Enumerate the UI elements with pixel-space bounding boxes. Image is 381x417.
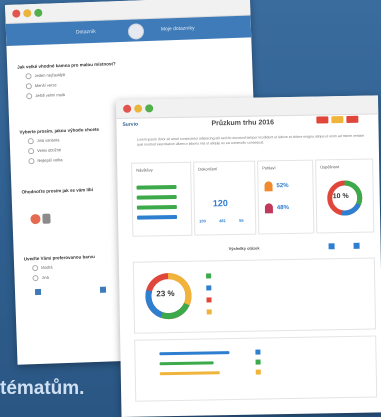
female-icon: [264, 203, 274, 214]
male-icon: [264, 181, 273, 192]
results-window: Survio Průzkum trhu 2016 Lorem ipsum dol…: [116, 95, 381, 417]
success-rate-value: 10 %: [332, 192, 349, 201]
avatar[interactable]: [127, 23, 145, 40]
minimize-dot-icon[interactable]: [23, 9, 32, 18]
tab-survey[interactable]: Dotazník: [76, 29, 96, 36]
question-2: Vyberte prosím, jakou výhodu chcete Jiná…: [19, 127, 100, 165]
success-rate-card: Úspěšnost 10 %: [315, 158, 375, 234]
question-1: Jak velké vhodné kamna pro malou místnos…: [17, 61, 117, 99]
option[interactable]: Nejlepší volba: [28, 156, 100, 164]
women-percent: 48%: [276, 204, 289, 212]
action-button[interactable]: [316, 116, 329, 124]
action-button[interactable]: [346, 115, 359, 123]
completed-value: 120: [212, 198, 228, 209]
question-title: Ohodnoťte prosím jak se vám líbí: [21, 187, 94, 195]
option[interactable]: Jiná: [32, 273, 95, 281]
option[interactable]: Menší verze: [26, 80, 117, 89]
brand-logo[interactable]: Survio: [122, 122, 138, 128]
result-donut-value: 23 %: [156, 289, 175, 299]
stat-value: 100: [199, 218, 206, 224]
maximize-dot-icon[interactable]: [145, 104, 154, 113]
toggle-icon[interactable]: [328, 243, 335, 250]
question-4: Uveďte Vámi preferovanou barvu Modrá Jin…: [24, 254, 96, 281]
stat-value: 55: [239, 217, 244, 223]
legend-swatch: [206, 285, 212, 291]
color-swatch[interactable]: [34, 288, 42, 296]
question-3: Ohodnoťte prosím jak se vám líbí: [21, 187, 93, 194]
result-bar: [159, 361, 214, 366]
option[interactable]: Ještě velmi malá: [26, 90, 117, 99]
gender-card: Pohlaví 52% 48%: [257, 159, 315, 235]
minimize-dot-icon[interactable]: [134, 104, 143, 113]
bar: [136, 204, 177, 210]
stat-value: 481: [219, 218, 226, 224]
close-dot-icon[interactable]: [12, 9, 21, 18]
bar: [136, 194, 177, 200]
color-swatch[interactable]: [99, 286, 107, 293]
option[interactable]: Jiná varianta: [28, 136, 100, 144]
background-caption: tématům.: [0, 378, 85, 399]
men-percent: 52%: [276, 183, 289, 190]
card-label: Návštěvy: [136, 167, 153, 173]
result-bar: [159, 371, 220, 376]
section-title: Výsledky otázek: [228, 245, 260, 252]
bar: [137, 214, 178, 220]
rating-icon[interactable]: [30, 213, 41, 225]
rating-icon[interactable]: [42, 213, 51, 224]
legend-swatch: [206, 297, 212, 303]
option[interactable]: Velmi obtížné: [28, 146, 100, 154]
legend-swatch: [255, 349, 261, 355]
result-bar: [159, 351, 230, 356]
question-title: Jak velké vhodné kamna pro malou místnos…: [17, 61, 116, 70]
legend-swatch: [206, 309, 212, 315]
question-result-card: 23 %: [132, 257, 377, 334]
bar: [136, 184, 177, 190]
page-title: Průzkum trhu 2016: [211, 119, 275, 128]
action-button[interactable]: [331, 116, 344, 124]
question-title: Uveďte Vámi preferovanou barvu: [23, 254, 95, 262]
toggle-icon[interactable]: [353, 242, 360, 249]
legend-swatch: [255, 369, 261, 375]
bar-result-card: [134, 335, 378, 402]
option[interactable]: Modrá: [32, 263, 95, 271]
card-label: Pohlaví: [262, 165, 276, 171]
completed-card: Dokončení 120 100 481 55: [193, 160, 257, 236]
legend-swatch: [255, 359, 261, 365]
tab-my-surveys[interactable]: Moje dotazníky: [161, 25, 195, 32]
card-label: Úspěšnost: [320, 164, 340, 170]
legend-swatch: [206, 273, 212, 279]
maximize-dot-icon[interactable]: [34, 8, 43, 17]
close-dot-icon[interactable]: [123, 104, 132, 113]
card-label: Dokončení: [198, 166, 218, 172]
visits-card: Návštěvy: [131, 161, 193, 237]
option[interactable]: Jeden nejčastější: [25, 70, 116, 79]
description-text: Lorem ipsum dolor sit amet consectetur a…: [136, 133, 365, 147]
question-title: Vyberte prosím, jakou výhodu chcete: [19, 126, 100, 135]
